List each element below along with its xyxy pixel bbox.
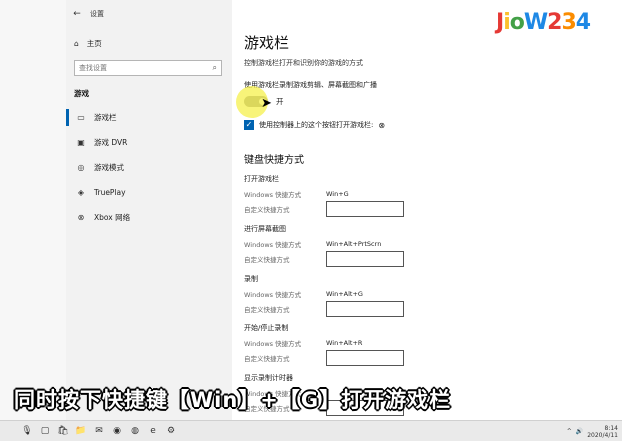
custom-shortcut-input[interactable] [326, 349, 404, 366]
custom-shortcut-row: 自定义快捷方式 [244, 200, 622, 217]
logo-letter: W [523, 10, 548, 35]
sidebar-item-xbox-network[interactable]: ⊗ Xbox 网络 [66, 205, 232, 230]
controller-checkbox-label: 使用控制器上的这个按钮打开游戏栏: [259, 121, 374, 129]
custom-shortcut-label: 自定义快捷方式 [244, 305, 290, 314]
system-tray: ^ 🔊 8:14 2020/4/11 [567, 421, 618, 441]
sidebar-item-game-bar[interactable]: ▭ 游戏栏 [66, 105, 232, 130]
shortcut-screenshot: 进行屏幕截图 Windows 快捷方式 Win+Alt+PrtScrn 自定义快… [244, 224, 622, 267]
settings-content: 游戏栏 控制游戏栏打开和识别你的游戏的方式 使用游戏栏录制游戏剪辑、屏幕截图和广… [232, 0, 622, 420]
site-logo: JioW234 [496, 10, 591, 35]
clock-date: 2020/4/11 [587, 431, 618, 439]
shortcut-record: 录制 Windows 快捷方式 Win+Alt+G 自定义快捷方式 [244, 274, 622, 317]
sidebar-item-game-mode[interactable]: ◎ 游戏模式 [66, 155, 232, 180]
xbox-icon: ⊗ [77, 213, 85, 222]
settings-search-box[interactable]: ⌕ [74, 60, 222, 76]
microphone-icon[interactable]: 🎙 [18, 421, 36, 441]
windows-shortcut-row: Windows 快捷方式 Win+Alt+R [244, 335, 622, 350]
settings-window: ← 设置 ⌂ 主页 ⌕ 游戏 ▭ 游戏栏 ▣ 游戏 DVR ◎ 游戏模式 [66, 0, 622, 420]
edge-icon[interactable]: e [144, 421, 162, 441]
page-title: 游戏栏 [244, 34, 290, 52]
logo-letter: 4 [575, 10, 591, 35]
custom-shortcut-input[interactable] [326, 250, 404, 267]
mouse-cursor-icon: ➤ [261, 96, 272, 111]
controller-option-row: ✓ 使用控制器上的这个按钮打开游戏栏: ⊗ [244, 120, 385, 130]
search-icon[interactable]: ⌕ [213, 63, 217, 73]
shortcut-title: 打开游戏栏 [244, 175, 279, 183]
clock[interactable]: 8:14 2020/4/11 [587, 425, 618, 439]
windows-shortcut-label: Windows 快捷方式 [244, 290, 302, 299]
custom-shortcut-row: 自定义快捷方式 [244, 250, 622, 267]
clock-time: 8:14 [604, 424, 618, 432]
windows-shortcut-label: Windows 快捷方式 [244, 240, 302, 249]
mail-icon[interactable]: ✉ [90, 421, 108, 441]
sidebar-item-label: 游戏模式 [94, 163, 124, 172]
record-description: 使用游戏栏录制游戏剪辑、屏幕截图和广播 [244, 81, 377, 89]
task-view-icon[interactable]: ▢ [36, 421, 54, 441]
windows-shortcut-value: Win+Alt+G [326, 289, 363, 298]
sidebar-item-trueplay[interactable]: ◈ TruePlay [66, 180, 232, 205]
logo-letter: 2 [547, 10, 562, 35]
xbox-button-icon: ⊗ [378, 120, 386, 130]
page-subtitle: 控制游戏栏打开和识别你的游戏的方式 [244, 59, 363, 67]
windows-shortcut-label: Windows 快捷方式 [244, 339, 302, 348]
back-arrow-icon[interactable]: ← [66, 9, 88, 19]
chrome-icon[interactable]: ◉ [108, 421, 126, 441]
windows-shortcut-row: Windows 快捷方式 Win+G [244, 186, 622, 201]
custom-shortcut-label: 自定义快捷方式 [244, 255, 290, 264]
folder-icon[interactable]: 📁 [72, 421, 90, 441]
windows-shortcut-label: Windows 快捷方式 [244, 190, 302, 199]
shortcut-start-stop-record: 开始/停止录制 Windows 快捷方式 Win+Alt+R 自定义快捷方式 [244, 323, 622, 366]
shortcut-title: 录制 [244, 275, 258, 283]
toggle-state-label: 开 [276, 97, 284, 106]
settings-icon[interactable]: ⚙ [162, 421, 180, 441]
title-bar: ← 设置 [66, 6, 104, 22]
shortcut-title: 开始/停止录制 [244, 324, 289, 332]
custom-shortcut-label: 自定义快捷方式 [244, 354, 290, 363]
sidebar-item-label: TruePlay [94, 188, 126, 197]
volume-icon[interactable]: 🔊 [576, 428, 583, 435]
windows-shortcut-value: Win+Alt+PrtScrn [326, 239, 382, 248]
sidebar-item-label: 游戏栏 [94, 113, 117, 122]
logo-letter: o [509, 10, 525, 35]
window-title: 设置 [90, 10, 104, 18]
home-icon: ⌂ [74, 39, 79, 48]
tray-icon[interactable]: ^ [567, 428, 572, 435]
search-input[interactable] [79, 64, 199, 72]
desktop-background [0, 0, 66, 420]
keyboard-shortcuts-heading: 键盘快捷方式 [244, 155, 304, 166]
game-bar-icon: ▭ [77, 113, 85, 122]
home-label: 主页 [86, 39, 102, 48]
custom-shortcut-label: 自定义快捷方式 [244, 205, 290, 214]
sidebar-item-label: Xbox 网络 [94, 213, 131, 222]
controller-checkbox[interactable]: ✓ [244, 120, 254, 130]
trueplay-icon: ◈ [77, 188, 85, 197]
sidebar-item-game-dvr[interactable]: ▣ 游戏 DVR [66, 130, 232, 155]
windows-shortcut-row: Windows 快捷方式 Win+Alt+G [244, 286, 622, 301]
windows-shortcut-row: Windows 快捷方式 Win+Alt+PrtScrn [244, 236, 622, 251]
settings-sidebar: ← 设置 ⌂ 主页 ⌕ 游戏 ▭ 游戏栏 ▣ 游戏 DVR ◎ 游戏模式 [66, 0, 232, 420]
browser-icon[interactable]: ◍ [126, 421, 144, 441]
game-mode-icon: ◎ [77, 163, 85, 172]
custom-shortcut-row: 自定义快捷方式 [244, 349, 622, 366]
shortcut-title: 进行屏幕截图 [244, 225, 286, 233]
windows-shortcut-value: Win+Alt+R [326, 338, 363, 347]
taskbar: 🎙 ▢ 🛍 📁 ✉ ◉ ◍ e ⚙ ^ 🔊 8:14 2020/4/11 [0, 420, 622, 441]
windows-shortcut-value: Win+G [326, 189, 349, 198]
sidebar-item-label: 游戏 DVR [94, 138, 128, 147]
dvr-icon: ▣ [77, 138, 85, 147]
custom-shortcut-input[interactable] [326, 200, 404, 217]
tutorial-caption: 同时按下快捷键【Win】+【G】打开游戏栏 [14, 388, 452, 412]
category-heading: 游戏 [74, 89, 89, 98]
sidebar-nav: ▭ 游戏栏 ▣ 游戏 DVR ◎ 游戏模式 ◈ TruePlay ⊗ Xbox … [66, 105, 232, 230]
logo-letter: 3 [561, 10, 576, 35]
custom-shortcut-row: 自定义快捷方式 [244, 300, 622, 317]
shortcut-open-game-bar: 打开游戏栏 Windows 快捷方式 Win+G 自定义快捷方式 [244, 174, 622, 217]
home-link[interactable]: ⌂ 主页 [74, 38, 102, 49]
store-icon[interactable]: 🛍 [54, 421, 72, 441]
custom-shortcut-input[interactable] [326, 300, 404, 317]
